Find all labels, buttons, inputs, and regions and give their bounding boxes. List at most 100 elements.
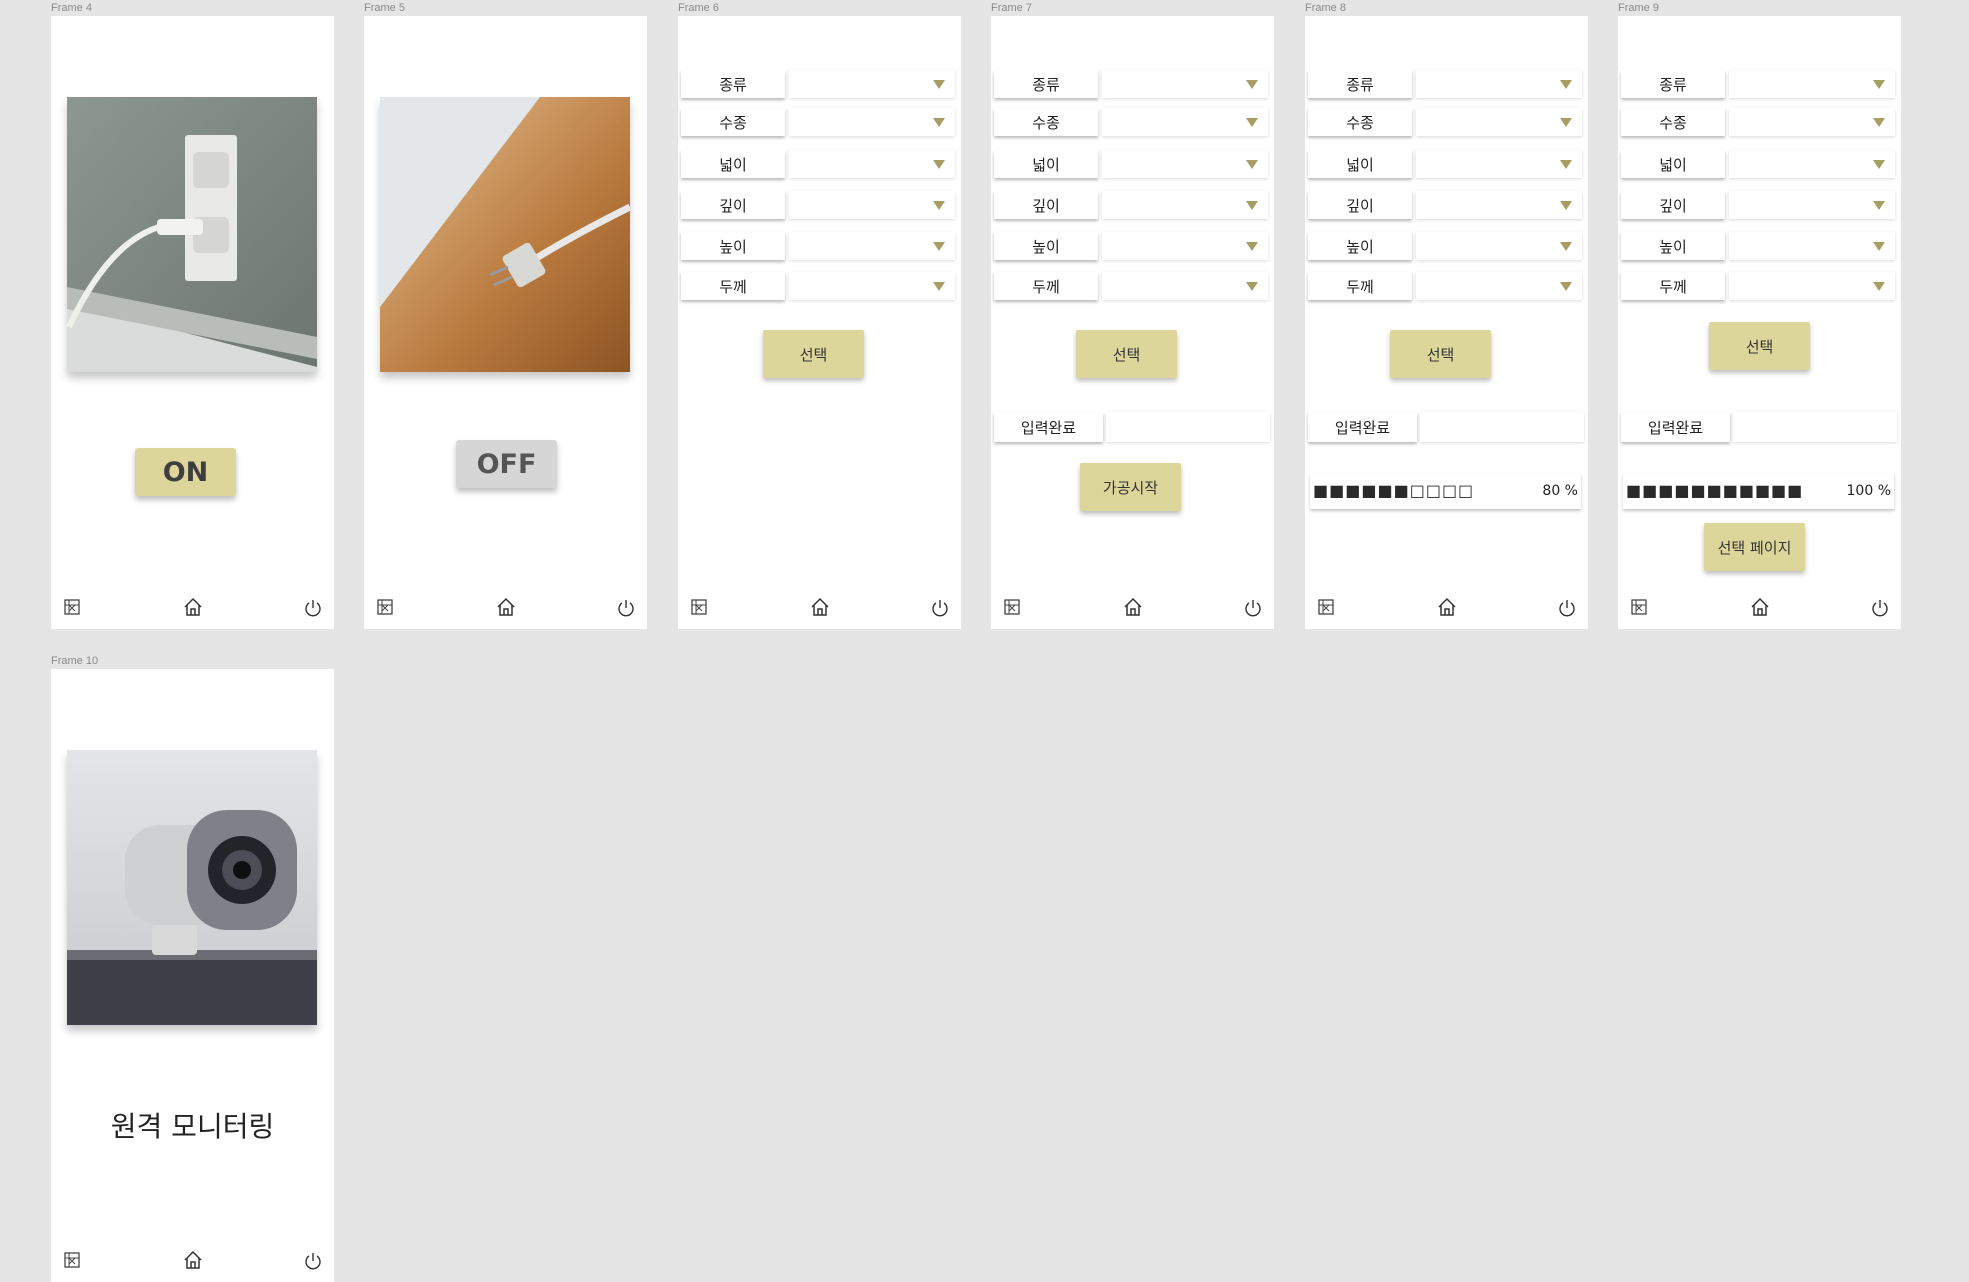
- thickness-dropdown[interactable]: [1416, 272, 1582, 300]
- home-icon[interactable]: [1122, 596, 1144, 618]
- dropdown-arrow-icon: [933, 201, 945, 210]
- dropdown-arrow-icon: [1873, 160, 1885, 169]
- frame-9-progress-complete: 종류 수종 넓이 깊이 높이 두께 선택 입력완료 ■■■■■■■■■■■ 10…: [1618, 16, 1901, 629]
- webcam-photo: [67, 750, 317, 1025]
- bottom-nav: [1305, 589, 1588, 629]
- height-dropdown[interactable]: [1102, 232, 1268, 260]
- thickness-dropdown[interactable]: [1729, 272, 1895, 300]
- row-label-species: 수종: [681, 108, 785, 136]
- depth-dropdown[interactable]: [1416, 191, 1582, 219]
- row-label-depth: 깊이: [1308, 191, 1412, 219]
- select-button[interactable]: 선택: [763, 330, 864, 378]
- frame-label: Frame 8: [1305, 2, 1346, 14]
- frame-label: Frame 10: [51, 655, 99, 667]
- dropdown-arrow-icon: [1560, 242, 1572, 251]
- depth-dropdown[interactable]: [1729, 191, 1895, 219]
- width-dropdown[interactable]: [1102, 150, 1268, 178]
- height-dropdown[interactable]: [1729, 232, 1895, 260]
- input-complete-field[interactable]: [1420, 412, 1584, 442]
- dropdown-arrow-icon: [1873, 118, 1885, 127]
- frame-grid-icon[interactable]: [62, 597, 82, 617]
- power-icon[interactable]: [1558, 598, 1576, 618]
- dropdown-arrow-icon: [1246, 118, 1258, 127]
- select-button[interactable]: 선택: [1709, 322, 1810, 370]
- progress-percent: 100 %: [1846, 483, 1891, 499]
- species-dropdown[interactable]: [1729, 108, 1895, 136]
- row-label-type: 종류: [994, 70, 1098, 98]
- height-dropdown[interactable]: [1416, 232, 1582, 260]
- home-icon[interactable]: [495, 596, 517, 618]
- frame-label: Frame 5: [364, 2, 405, 14]
- dropdown-arrow-icon: [1873, 201, 1885, 210]
- thickness-dropdown[interactable]: [789, 272, 955, 300]
- home-icon[interactable]: [809, 596, 831, 618]
- type-dropdown[interactable]: [1416, 70, 1582, 98]
- dropdown-arrow-icon: [933, 80, 945, 89]
- thickness-dropdown[interactable]: [1102, 272, 1268, 300]
- power-icon[interactable]: [617, 598, 635, 618]
- input-complete-field[interactable]: [1733, 412, 1897, 442]
- depth-dropdown[interactable]: [789, 191, 955, 219]
- home-icon[interactable]: [182, 596, 204, 618]
- dropdown-arrow-icon: [1246, 201, 1258, 210]
- bottom-nav: [364, 589, 647, 629]
- input-complete-field[interactable]: [1106, 412, 1270, 442]
- type-dropdown[interactable]: [789, 70, 955, 98]
- power-icon[interactable]: [1871, 598, 1889, 618]
- power-icon[interactable]: [931, 598, 949, 618]
- frame-grid-icon[interactable]: [375, 597, 395, 617]
- dropdown-arrow-icon: [1560, 80, 1572, 89]
- row-label-depth: 깊이: [1621, 191, 1725, 219]
- progress-indicator: ■■■■■■■■■■■ 100 %: [1623, 473, 1894, 509]
- dropdown-arrow-icon: [933, 118, 945, 127]
- start-processing-button[interactable]: 가공시작: [1080, 463, 1181, 511]
- row-label-width: 넓이: [1308, 150, 1412, 178]
- frame-grid-icon[interactable]: [1629, 597, 1649, 617]
- row-label-depth: 깊이: [994, 191, 1098, 219]
- width-dropdown[interactable]: [1416, 150, 1582, 178]
- select-button[interactable]: 선택: [1076, 330, 1177, 378]
- power-icon[interactable]: [304, 1251, 322, 1271]
- width-dropdown[interactable]: [789, 150, 955, 178]
- row-label-height: 높이: [1308, 232, 1412, 260]
- height-dropdown[interactable]: [789, 232, 955, 260]
- power-icon[interactable]: [1244, 598, 1262, 618]
- frame-grid-icon[interactable]: [62, 1250, 82, 1270]
- species-dropdown[interactable]: [1102, 108, 1268, 136]
- frame-grid-icon[interactable]: [689, 597, 709, 617]
- bottom-nav: [51, 1242, 334, 1282]
- power-off-button[interactable]: OFF: [456, 440, 557, 488]
- progress-percent: 80 %: [1542, 483, 1578, 499]
- dropdown-arrow-icon: [1873, 282, 1885, 291]
- frame-grid-icon[interactable]: [1316, 597, 1336, 617]
- frame-grid-icon[interactable]: [1002, 597, 1022, 617]
- width-dropdown[interactable]: [1729, 150, 1895, 178]
- select-button[interactable]: 선택: [1390, 330, 1491, 378]
- row-label-species: 수종: [1621, 108, 1725, 136]
- frame-7-form-complete: 종류 수종 넓이 깊이 높이 두께 선택 입력완료 가공시작: [991, 16, 1274, 629]
- depth-dropdown[interactable]: [1102, 191, 1268, 219]
- row-label-height: 높이: [994, 232, 1098, 260]
- power-icon[interactable]: [304, 598, 322, 618]
- dropdown-arrow-icon: [1560, 201, 1572, 210]
- row-label-depth: 깊이: [681, 191, 785, 219]
- row-label-height: 높이: [1621, 232, 1725, 260]
- home-icon[interactable]: [182, 1249, 204, 1271]
- species-dropdown[interactable]: [789, 108, 955, 136]
- species-dropdown[interactable]: [1416, 108, 1582, 136]
- progress-indicator: ■■■■■■□□□□ 80 %: [1310, 473, 1581, 509]
- dropdown-arrow-icon: [1246, 80, 1258, 89]
- progress-cells: ■■■■■■□□□□: [1313, 481, 1475, 500]
- dropdown-arrow-icon: [1873, 80, 1885, 89]
- power-on-button[interactable]: ON: [135, 448, 236, 496]
- type-dropdown[interactable]: [1729, 70, 1895, 98]
- back-to-select-page-button[interactable]: 선택 페이지: [1704, 523, 1805, 571]
- home-icon[interactable]: [1436, 596, 1458, 618]
- row-label-type: 종류: [1621, 70, 1725, 98]
- frame-10-remote-monitoring: 원격 모니터링: [51, 669, 334, 1282]
- type-dropdown[interactable]: [1102, 70, 1268, 98]
- dropdown-arrow-icon: [933, 282, 945, 291]
- dropdown-arrow-icon: [1560, 282, 1572, 291]
- frame-6-form: 종류 수종 넓이 깊이 높이 두께 선택: [678, 16, 961, 629]
- home-icon[interactable]: [1749, 596, 1771, 618]
